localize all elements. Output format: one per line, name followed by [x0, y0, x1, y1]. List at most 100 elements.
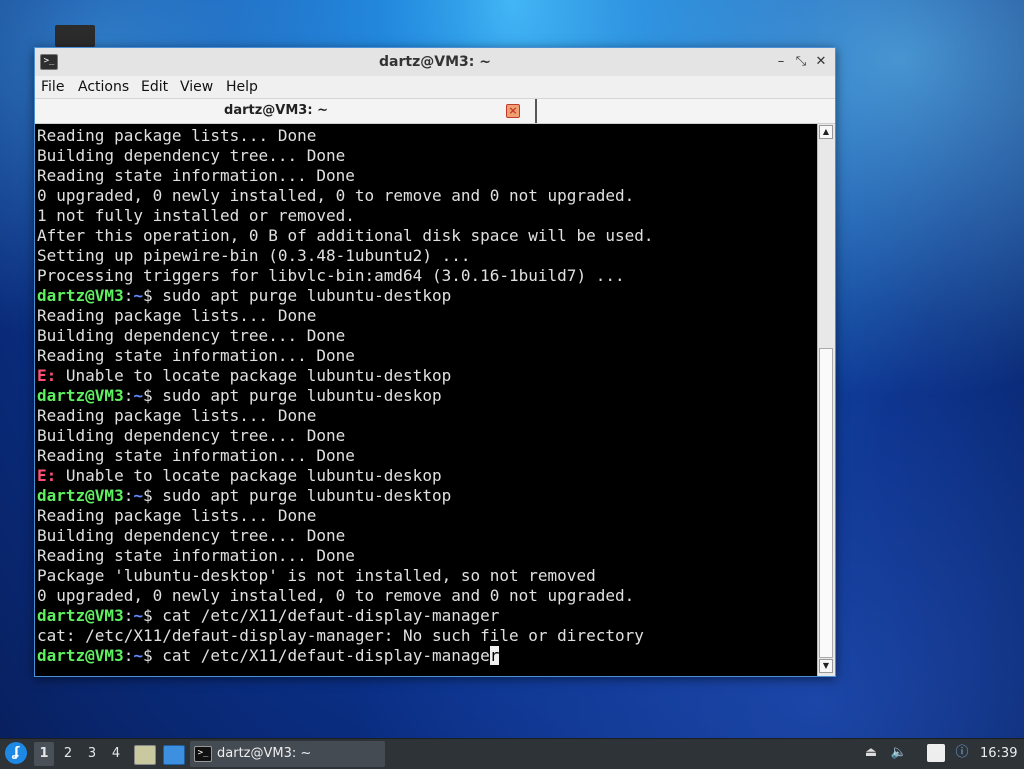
desktop-1-button[interactable]: 1 [34, 742, 54, 766]
taskbar-item-label: dartz@VM3: ~ [217, 746, 312, 761]
command-text: sudo apt purge lubuntu-destkop [162, 286, 452, 305]
desktop-4-button[interactable]: 4 [106, 742, 126, 766]
show-desktop-icon[interactable] [163, 745, 185, 765]
menu-file[interactable]: File [41, 76, 64, 98]
terminal-line: dartz@VM3:~$ sudo apt purge lubuntu-desk… [37, 386, 654, 406]
prompt-path: ~ [133, 486, 143, 505]
prompt-symbol: $ [142, 386, 163, 405]
prompt-user: dartz@VM3 [37, 606, 124, 625]
output-text: Building dependency tree... Done [37, 326, 346, 345]
text-cursor: r [489, 646, 500, 665]
command-text: sudo apt purge lubuntu-desktop [162, 486, 452, 505]
terminal-line: Reading state information... Done [37, 546, 654, 566]
tab-terminal[interactable]: dartz@VM3: ~ × [35, 99, 537, 123]
output-text: Reading state information... Done [37, 546, 355, 565]
terminal-line: Reading package lists... Done [37, 406, 654, 426]
terminal-line: E: Unable to locate package lubuntu-desk… [37, 466, 654, 486]
terminal-output[interactable]: Reading package lists... Done Building de… [35, 124, 817, 676]
menu-view[interactable]: View [180, 76, 213, 98]
scroll-down-icon[interactable]: ▼ [819, 659, 833, 673]
output-text: Reading state information... Done [37, 346, 355, 365]
command-text: cat /etc/X11/defaut-display-manager [162, 606, 500, 625]
clipboard-icon[interactable] [927, 744, 945, 762]
prompt-path: ~ [133, 286, 143, 305]
maximize-button[interactable]: ⤡ [792, 53, 810, 71]
error-prefix: E: [37, 366, 57, 385]
terminal-line: 1 not fully installed or removed. [37, 206, 654, 226]
prompt-separator: : [123, 646, 134, 665]
prompt-separator: : [123, 606, 134, 625]
output-text: Unable to locate package lubuntu-deskop [56, 466, 442, 485]
menu-bar: File Actions Edit View Help [35, 76, 835, 98]
prompt-separator: : [123, 386, 134, 405]
terminal-line: Reading state information... Done [37, 166, 654, 186]
terminal-window: >_ dartz@VM3: ~ – ⤡ ✕ File Actions Edit … [34, 47, 836, 677]
terminal-line: Building dependency tree... Done [37, 146, 654, 166]
output-text: Setting up pipewire-bin (0.3.48-1ubuntu2… [37, 246, 471, 265]
menu-edit[interactable]: Edit [141, 76, 168, 98]
terminal-line: Processing triggers for libvlc-bin:amd64… [37, 266, 654, 286]
scrollbar-thumb[interactable] [819, 348, 833, 658]
terminal-line: Building dependency tree... Done [37, 526, 654, 546]
minimize-button[interactable]: – [772, 53, 790, 71]
title-bar[interactable]: >_ dartz@VM3: ~ – ⤡ ✕ [35, 48, 835, 77]
output-text: Reading package lists... Done [37, 306, 317, 325]
command-text: sudo apt purge lubuntu-deskop [162, 386, 442, 405]
update-notifier-icon[interactable]: ⓘ [953, 744, 971, 762]
terminal-line: Reading package lists... Done [37, 306, 654, 326]
prompt-user: dartz@VM3 [37, 286, 124, 305]
prompt-symbol: $ [142, 646, 163, 665]
command-text: cat /etc/X11/defaut-display-manage [162, 646, 490, 665]
desktop-shortcut-icon[interactable] [55, 25, 95, 47]
prompt-user: dartz@VM3 [37, 386, 124, 405]
scroll-up-icon[interactable]: ▲ [819, 125, 833, 139]
prompt-separator: : [123, 486, 134, 505]
prompt-path: ~ [133, 646, 143, 665]
menu-help[interactable]: Help [226, 76, 258, 98]
prompt-symbol: $ [142, 606, 163, 625]
desktop-2-button[interactable]: 2 [58, 742, 78, 766]
eject-icon[interactable]: ⏏ [862, 744, 880, 762]
prompt-path: ~ [133, 606, 143, 625]
prompt-symbol: $ [142, 486, 163, 505]
terminal-line: Setting up pipewire-bin (0.3.48-1ubuntu2… [37, 246, 654, 266]
vertical-scrollbar[interactable]: ▲ ▼ [817, 124, 835, 676]
terminal-line: cat: /etc/X11/defaut-display-manager: No… [37, 626, 654, 646]
menu-actions[interactable]: Actions [78, 76, 129, 98]
terminal-icon: >_ [194, 746, 212, 762]
terminal-line: Package 'lubuntu-desktop' is not install… [37, 566, 654, 586]
output-text: Package 'lubuntu-desktop' is not install… [37, 566, 596, 585]
terminal-line: After this operation, 0 B of additional … [37, 226, 654, 246]
terminal-line: Reading state information... Done [37, 446, 654, 466]
clock[interactable]: 16:39 [980, 739, 1017, 769]
taskbar-item-terminal[interactable]: >_ dartz@VM3: ~ [190, 741, 385, 767]
output-text: Reading state information... Done [37, 166, 355, 185]
tab-label: dartz@VM3: ~ [224, 103, 328, 118]
terminal-lines: Reading package lists... Done Building de… [37, 126, 654, 666]
taskbar: ʆ 1 2 3 4 >_ dartz@VM3: ~ ⏏ 🔈 ⓘ 16:39 [0, 738, 1024, 769]
volume-icon[interactable]: 🔈 [890, 744, 908, 762]
output-text: cat: /etc/X11/defaut-display-manager: No… [37, 626, 644, 645]
prompt-user: dartz@VM3 [37, 646, 124, 665]
output-text: Reading package lists... Done [37, 406, 317, 425]
tab-close-icon[interactable]: × [506, 104, 520, 118]
output-text: After this operation, 0 B of additional … [37, 226, 654, 245]
lubuntu-logo-icon[interactable]: ʆ [5, 742, 27, 764]
terminal-line: Reading package lists... Done [37, 506, 654, 526]
output-text: Reading state information... Done [37, 446, 355, 465]
file-manager-icon[interactable] [134, 745, 156, 765]
terminal-line: 0 upgraded, 0 newly installed, 0 to remo… [37, 186, 654, 206]
output-text: Building dependency tree... Done [37, 146, 346, 165]
output-text: Reading package lists... Done [37, 506, 317, 525]
window-title: dartz@VM3: ~ [379, 54, 491, 70]
output-text: Processing triggers for libvlc-bin:amd64… [37, 266, 625, 285]
desktop-3-button[interactable]: 3 [82, 742, 102, 766]
error-prefix: E: [37, 466, 57, 485]
output-text: 1 not fully installed or removed. [37, 206, 355, 225]
terminal-line: dartz@VM3:~$ sudo apt purge lubuntu-dest… [37, 286, 654, 306]
close-button[interactable]: ✕ [812, 53, 830, 71]
output-text: Building dependency tree... Done [37, 426, 346, 445]
terminal-line: Building dependency tree... Done [37, 426, 654, 446]
prompt-symbol: $ [142, 286, 163, 305]
terminal-line: dartz@VM3:~$ cat /etc/X11/defaut-display… [37, 646, 654, 666]
